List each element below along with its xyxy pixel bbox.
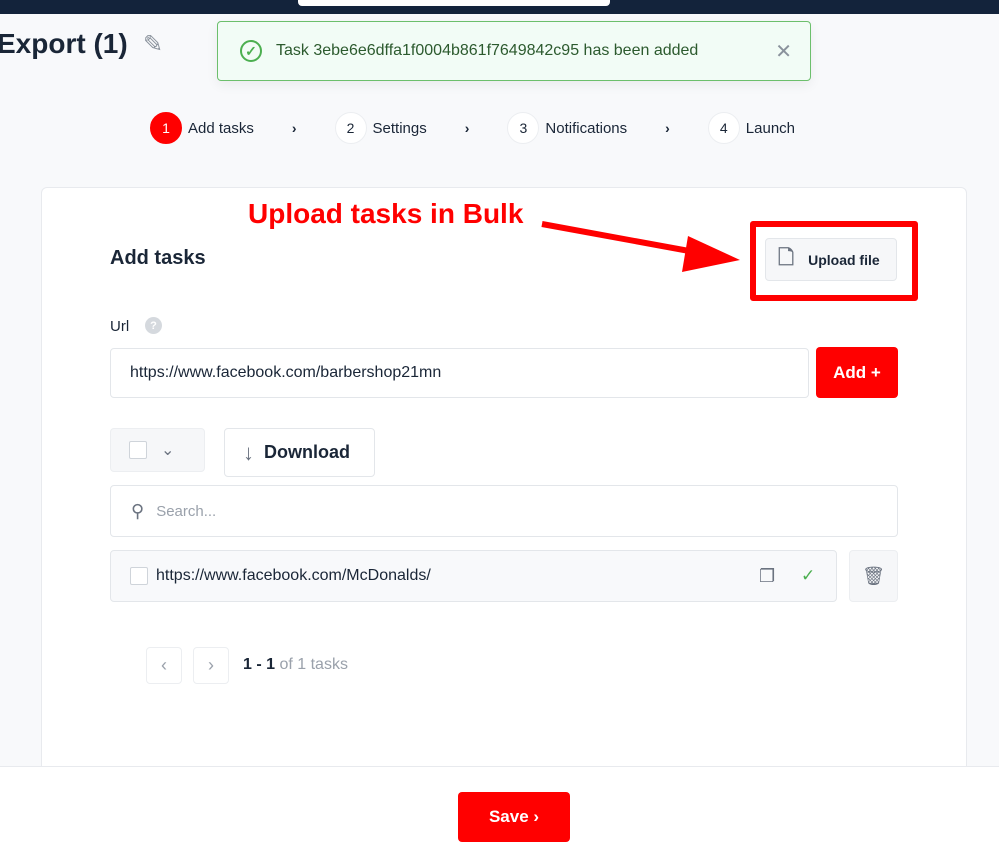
url-input[interactable]	[110, 348, 809, 398]
download-button[interactable]: ↓ Download	[224, 428, 375, 477]
copy-icon[interactable]: ❐	[759, 566, 775, 587]
pagination-range: 1 - 1	[243, 656, 276, 673]
help-icon[interactable]: ?	[145, 317, 162, 334]
select-all-checkbox[interactable]	[129, 441, 147, 459]
save-button[interactable]: Save ›	[458, 792, 570, 842]
pagination-total: of 1 tasks	[279, 656, 348, 673]
prev-page-button[interactable]: ‹	[146, 647, 182, 684]
search-input[interactable]	[156, 502, 757, 520]
upload-file-button[interactable]: 🗋 Upload file	[765, 238, 897, 281]
next-page-button[interactable]: ›	[193, 647, 229, 684]
delete-button[interactable]: 🗑	[849, 550, 898, 602]
annotation-arrow	[541, 221, 740, 272]
task-row: https://www.facebook.com/McDonalds/ ❐ ✓	[110, 550, 837, 602]
search-field[interactable]: ⚲	[110, 485, 898, 537]
search-icon: ⚲	[131, 500, 145, 521]
add-button[interactable]: Add +	[816, 347, 898, 398]
row-checkbox[interactable]	[130, 567, 148, 585]
url-label: Url	[110, 318, 130, 335]
download-label: Download	[264, 442, 350, 462]
check-icon: ✓	[801, 566, 816, 585]
upload-label: Upload file	[808, 251, 880, 268]
arrow-head	[682, 236, 740, 272]
arrow-shaft	[541, 221, 701, 256]
section-title: Add tasks	[110, 247, 206, 269]
chevron-down-icon[interactable]: ⌄	[161, 440, 174, 460]
trash-icon: 🗑	[862, 565, 885, 586]
arrow-down-icon: ↓	[243, 439, 254, 465]
select-all-dropdown[interactable]: ⌄	[110, 428, 205, 472]
file-plus-icon: 🗋	[778, 246, 795, 269]
task-url: https://www.facebook.com/McDonalds/	[156, 567, 431, 584]
pagination-info: 1 - 1 of 1 tasks	[243, 656, 348, 674]
